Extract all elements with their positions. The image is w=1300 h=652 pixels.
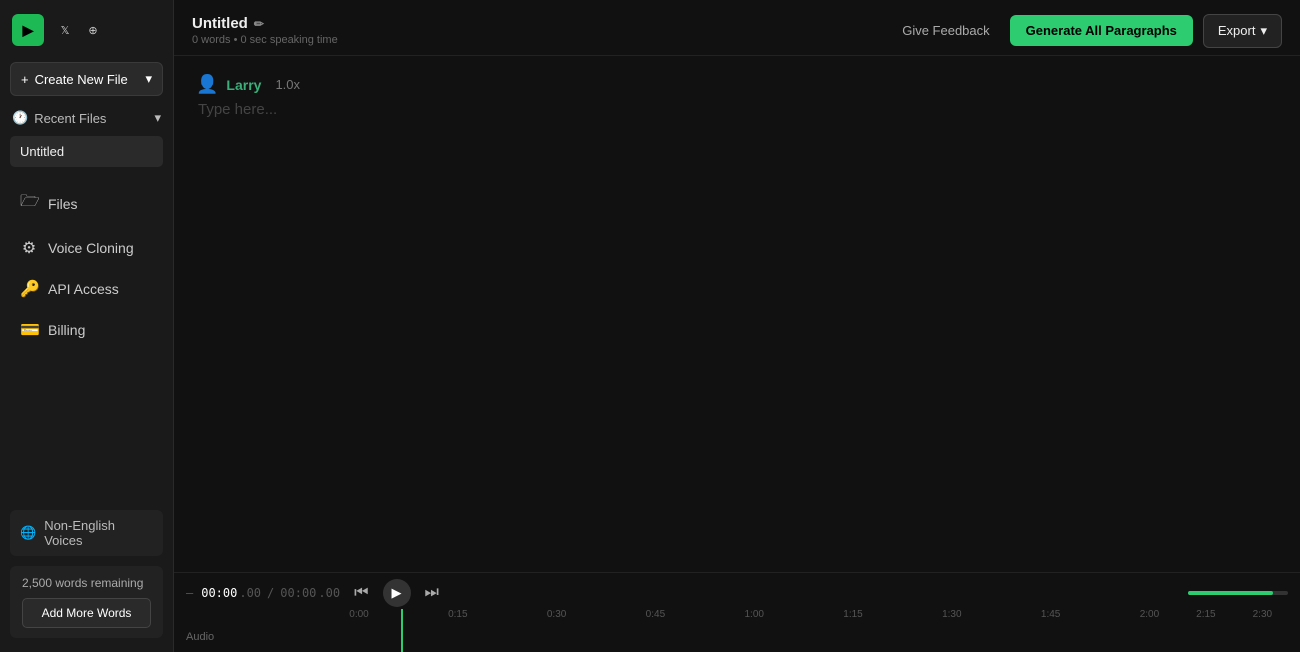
recent-files-label: Recent Files <box>34 111 106 126</box>
export-chevron-icon: ▾ <box>1260 23 1267 39</box>
recent-files-header[interactable]: 🕐 Recent Files ▾ <box>10 104 163 132</box>
sidebar-footer: 🌐 Non-English Voices 2,500 words remaini… <box>0 500 173 652</box>
create-new-label: Create New File <box>35 72 128 87</box>
api-key-icon: 🔑 <box>20 279 38 299</box>
sidebar: ▶ 𝕏 ⊕ + Create New File ▾ 🕐 Recent Files… <box>0 0 174 652</box>
sidebar-item-files[interactable]: 🗁 Files <box>6 180 167 227</box>
sidebar-item-api-access[interactable]: 🔑 API Access <box>6 269 167 309</box>
globe-icon: 🌐 <box>20 525 36 541</box>
voice-selector: 👤 Larry 1.0x <box>196 74 1278 95</box>
current-time: 00:00 <box>201 586 237 600</box>
words-remaining-box: 2,500 words remaining Add More Words <box>10 566 163 638</box>
top-bar-actions: Give Feedback Generate All Paragraphs Ex… <box>892 14 1282 48</box>
document-title: Untitled <box>192 15 248 32</box>
audio-waveform <box>359 629 1300 645</box>
non-english-label: Non-English Voices <box>44 518 153 548</box>
skip-forward-button[interactable]: ⏭ <box>421 580 443 606</box>
ruler-mark-030: 0:30 <box>547 609 566 620</box>
files-icon: 🗁 <box>20 190 38 217</box>
voice-cloning-label: Voice Cloning <box>48 240 134 256</box>
social-icons: 𝕏 ⊕ <box>54 19 104 41</box>
files-label: Files <box>48 196 78 212</box>
ruler-mark-045: 0:45 <box>646 609 665 620</box>
ruler-mark-100: 1:00 <box>744 609 763 620</box>
sidebar-item-billing[interactable]: 💳 Billing <box>6 310 167 350</box>
bottom-bar: — 00:00 .00 / 00:00 .00 ⏮ ▶ ⏭ 0:00 0:15 … <box>174 572 1300 652</box>
discord-icon[interactable]: ⊕ <box>82 19 104 41</box>
time-display: — 00:00 .00 / 00:00 .00 <box>186 586 340 600</box>
voice-cloning-icon: ⚙ <box>20 238 38 258</box>
recent-collapse-icon: ▾ <box>154 110 161 126</box>
give-feedback-button[interactable]: Give Feedback <box>892 17 999 44</box>
billing-card-icon: 💳 <box>20 320 38 340</box>
total-time: 00:00 <box>280 586 316 600</box>
total-ms: .00 <box>318 586 340 600</box>
volume-bar[interactable] <box>1188 591 1288 595</box>
ruler-mark-000: 0:00 <box>349 609 368 620</box>
sidebar-header: ▶ 𝕏 ⊕ <box>0 0 173 56</box>
ruler-mark-130: 1:30 <box>942 609 961 620</box>
time-dash: — <box>186 586 193 600</box>
edit-title-icon[interactable]: ✏ <box>254 17 264 31</box>
voice-avatar-icon: 👤 <box>196 74 218 95</box>
type-here-placeholder[interactable]: Type here... <box>196 101 1278 118</box>
volume-fill <box>1188 591 1273 595</box>
editor-area[interactable]: 👤 Larry 1.0x Type here... <box>174 56 1300 572</box>
ruler-mark-230: 2:30 <box>1253 609 1272 620</box>
ruler-mark-145: 1:45 <box>1041 609 1060 620</box>
billing-label: Billing <box>48 322 85 338</box>
recent-file-item[interactable]: Untitled <box>10 136 163 167</box>
speed-label[interactable]: 1.0x <box>275 77 300 92</box>
voice-name[interactable]: Larry <box>226 77 261 93</box>
recent-files-section: 🕐 Recent Files ▾ Untitled <box>0 100 173 171</box>
skip-back-button[interactable]: ⏮ <box>350 580 372 606</box>
create-dropdown-icon: ▾ <box>145 71 152 87</box>
ruler-mark-200: 2:00 <box>1140 609 1159 620</box>
non-english-voices[interactable]: 🌐 Non-English Voices <box>10 510 163 556</box>
add-more-words-button[interactable]: Add More Words <box>22 598 151 628</box>
ruler-line: 0:00 0:15 0:30 0:45 1:00 1:15 1:30 1:45 … <box>359 609 1300 627</box>
title-area: Untitled ✏ 0 words • 0 sec speaking time <box>192 15 338 46</box>
sidebar-item-voice-cloning[interactable]: ⚙ Voice Cloning <box>6 228 167 268</box>
recent-clock-icon: 🕐 <box>12 110 28 126</box>
main-content: Untitled ✏ 0 words • 0 sec speaking time… <box>174 0 1300 652</box>
export-button[interactable]: Export ▾ <box>1203 14 1282 48</box>
api-access-label: API Access <box>48 281 119 297</box>
ruler-mark-015: 0:15 <box>448 609 467 620</box>
playback-controls: — 00:00 .00 / 00:00 .00 ⏮ ▶ ⏭ <box>174 573 1300 607</box>
app-logo: ▶ <box>12 14 44 46</box>
top-bar: Untitled ✏ 0 words • 0 sec speaking time… <box>174 0 1300 56</box>
words-remaining-text: 2,500 words remaining <box>22 576 143 590</box>
audio-track-row: Audio <box>174 627 1300 647</box>
generate-all-paragraphs-button[interactable]: Generate All Paragraphs <box>1010 15 1193 46</box>
doc-title: Untitled ✏ <box>192 15 338 32</box>
playhead <box>401 609 403 652</box>
doc-meta: 0 words • 0 sec speaking time <box>192 34 338 46</box>
play-pause-button[interactable]: ▶ <box>383 579 411 607</box>
audio-track-label: Audio <box>174 631 359 643</box>
ruler-mark-115: 1:15 <box>843 609 862 620</box>
current-ms: .00 <box>239 586 261 600</box>
export-label: Export <box>1218 23 1256 38</box>
plus-icon: + <box>21 72 29 87</box>
nav-items: 🗁 Files ⚙ Voice Cloning 🔑 API Access 💳 B… <box>0 179 173 500</box>
ruler-mark-215: 2:15 <box>1196 609 1215 620</box>
twitter-icon[interactable]: 𝕏 <box>54 19 76 41</box>
create-new-button[interactable]: + Create New File ▾ <box>10 62 163 96</box>
timeline-section: 0:00 0:15 0:30 0:45 1:00 1:15 1:30 1:45 … <box>174 609 1300 652</box>
